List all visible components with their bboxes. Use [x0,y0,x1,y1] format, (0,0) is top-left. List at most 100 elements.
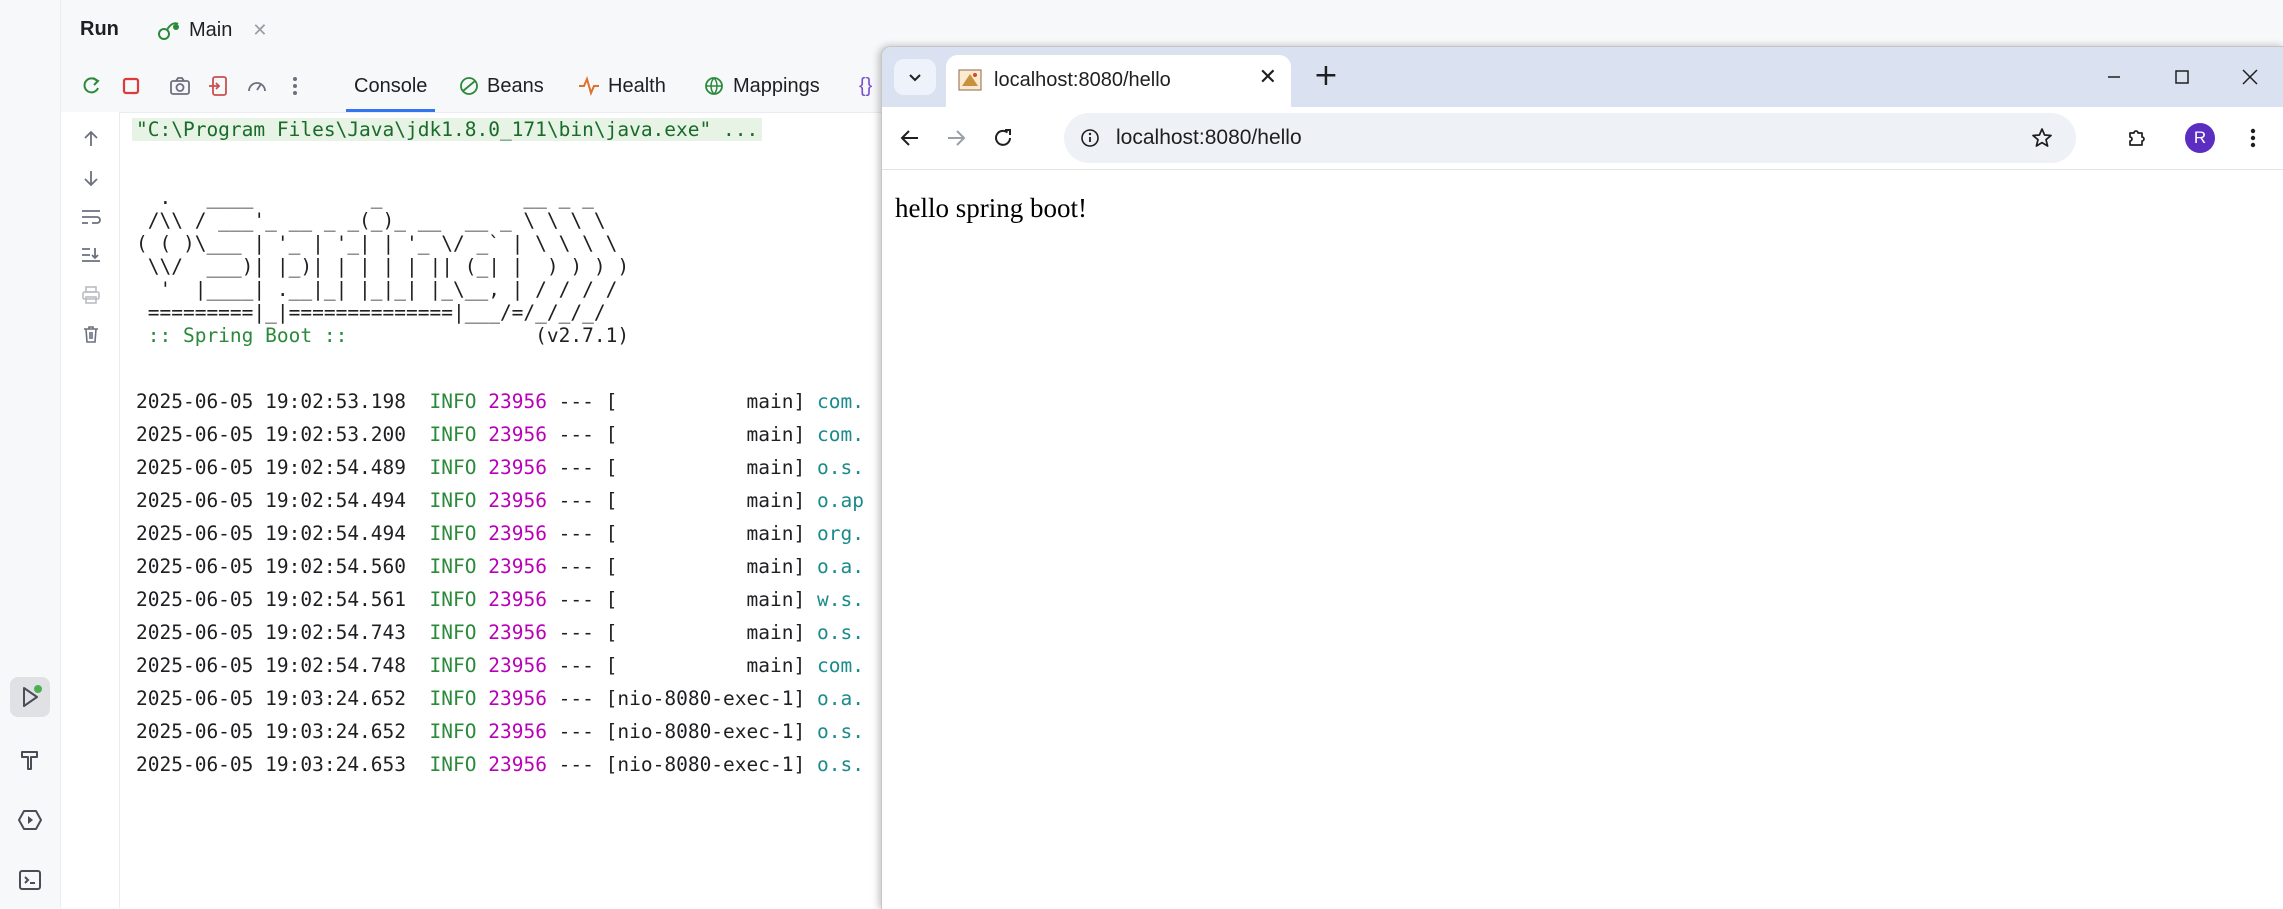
log-separator: --- [ [546,423,618,446]
rerun-icon [83,77,100,94]
tab-endpoints[interactable]: {} [859,72,872,100]
chevron-down-icon [909,74,921,82]
back-button[interactable] [892,120,928,156]
address-bar[interactable]: localhost:8080/hello [1064,113,2076,163]
log-separator: --- [ [546,753,618,776]
ide-window: Run Main ✕ Console Beans Health Mappings… [0,0,2283,909]
run-title: Run [80,18,119,40]
run-tool-button[interactable] [10,677,50,717]
tab-beans[interactable]: Beans [459,72,544,100]
log-line: 2025-06-05 19:02:54.748 INFO 23956 --- [… [136,653,864,679]
favicon-icon [958,69,982,91]
log-logger: w.s. [816,588,864,611]
services-tool-button[interactable] [10,800,50,840]
stop-button[interactable] [117,72,145,100]
log-separator: --- [ [546,687,618,710]
log-line: 2025-06-05 19:02:54.494 INFO 23956 --- [… [136,488,864,514]
log-logger: com. [816,423,864,446]
log-timestamp: 2025-06-05 19:03:24.652 [136,720,407,743]
rerun-button[interactable] [77,72,105,100]
log-level: INFO [429,489,477,512]
log-pid: 23956 [488,390,547,413]
tab-search-button[interactable] [894,59,936,95]
log-logger: o.ap [816,489,864,512]
braces-icon: {} [859,74,873,97]
tab-health[interactable]: Health [578,72,666,100]
tab-beans-label: Beans [487,74,544,97]
tab-mappings[interactable]: Mappings [703,72,820,100]
log-timestamp: 2025-06-05 19:02:54.743 [136,621,407,644]
console-output[interactable]: "C:\Program Files\Java\jdk1.8.0_171\bin\… [120,112,880,908]
tab-console[interactable]: Console [345,72,436,112]
screenshot-button[interactable] [166,72,194,100]
log-line: 2025-06-05 19:02:54.494 INFO 23956 --- [… [136,521,864,547]
terminal-tool-button[interactable] [10,860,50,900]
close-icon [2242,69,2258,85]
run-config-label: Main [189,18,233,41]
log-thread: main] [617,555,806,578]
log-logger: com. [816,654,864,677]
spring-boot-version-line: :: Spring Boot :: (v2.7.1) [136,323,629,349]
log-separator: --- [ [546,522,618,545]
log-logger: com. [816,390,864,413]
log-level: INFO [429,687,477,710]
browser-menu-button[interactable] [2235,120,2271,156]
log-separator: --- [ [546,390,618,413]
more-vertical-icon [293,77,297,95]
terminal-icon [19,870,41,890]
extensions-button[interactable] [2119,120,2155,156]
forward-button[interactable] [938,120,974,156]
build-tool-button[interactable] [10,740,50,780]
hammer-icon [21,751,38,770]
soft-wrap-icon [82,210,101,224]
close-tab-icon[interactable]: ✕ [1259,65,1277,90]
log-level: INFO [429,522,477,545]
log-timestamp: 2025-06-05 19:02:54.494 [136,489,407,512]
minimize-icon [2108,76,2120,78]
soft-wrap-button[interactable] [78,204,104,230]
log-separator: --- [ [546,621,618,644]
log-line: 2025-06-05 19:02:54.743 INFO 23956 --- [… [136,620,864,646]
more-options-button[interactable] [281,72,309,100]
log-separator: --- [ [546,456,618,479]
mappings-globe-icon [705,77,723,95]
profiler-button[interactable] [243,72,271,100]
log-level: INFO [429,621,477,644]
restore-layout-button[interactable] [204,72,232,100]
scroll-down-button[interactable] [78,165,104,191]
minimize-button[interactable] [2096,59,2132,95]
more-vertical-icon [2250,128,2256,148]
profile-avatar[interactable]: R [2185,123,2215,153]
bookmark-star-icon[interactable] [2030,126,2054,150]
maximize-button[interactable] [2164,59,2200,95]
run-config-tab[interactable]: Main ✕ [157,14,267,46]
close-tab-icon[interactable]: ✕ [252,20,267,41]
health-pulse-icon [579,76,599,96]
close-window-button[interactable] [2232,59,2268,95]
reload-button[interactable] [985,120,1021,156]
site-info-icon[interactable] [1080,128,1100,148]
gauge-icon [248,82,266,92]
tab-mappings-label: Mappings [733,74,820,97]
log-pid: 23956 [488,687,547,710]
log-timestamp: 2025-06-05 19:02:54.494 [136,522,407,545]
log-logger: o.a. [816,555,864,578]
log-pid: 23956 [488,720,547,743]
java-command: "C:\Program Files\Java\jdk1.8.0_171\bin\… [132,118,763,141]
clear-all-button[interactable] [78,321,104,347]
log-pid: 23956 [488,753,547,776]
log-thread: nio-8080-exec-1] [617,687,806,710]
new-tab-button[interactable]: + [1310,61,1342,93]
log-logger: org. [816,522,864,545]
scroll-up-button[interactable] [78,126,104,152]
scroll-to-end-button[interactable] [78,243,104,269]
scroll-to-end-icon [82,248,100,262]
log-timestamp: 2025-06-05 19:02:53.200 [136,423,407,446]
tab-console-label: Console [354,74,428,97]
log-thread: nio-8080-exec-1] [617,753,806,776]
trash-icon [84,326,98,343]
puzzle-icon [2129,130,2145,146]
print-button[interactable] [78,282,104,308]
browser-tab[interactable]: localhost:8080/hello ✕ [946,55,1291,107]
arrow-right-icon [948,130,966,146]
